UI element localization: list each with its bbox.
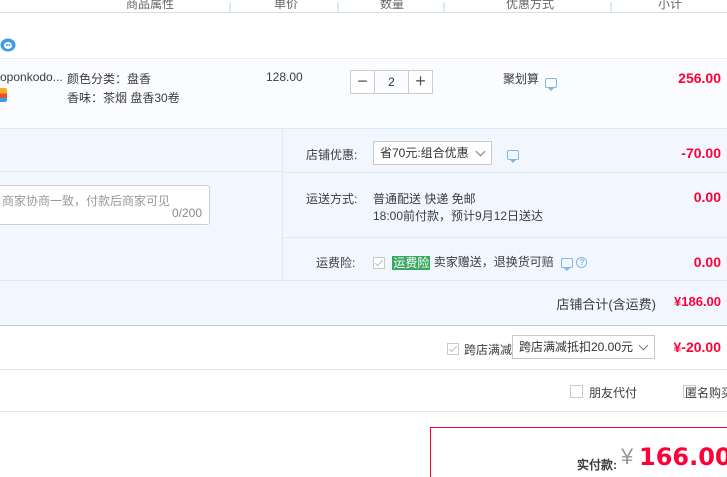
item-service-tag-icon [0, 88, 7, 102]
header-divider [229, 2, 231, 12]
quantity-minus-button[interactable]: − [350, 70, 375, 94]
cross-shop-discount-row: 跨店满减 跨店满减抵扣20.00元 ¥-20.00 [0, 326, 727, 370]
chevron-down-icon [638, 340, 649, 351]
item-promo: 聚划算 [503, 70, 558, 91]
order-options-panel: 商家协商一致，付款后商家可见 0/200 店铺优惠: 省70元:组合优惠 -70… [0, 128, 727, 281]
message-placeholder: 商家协商一致，付款后商家可见 [2, 194, 171, 208]
cross-shop-amount: ¥-20.00 [673, 339, 721, 355]
options-left-top [0, 129, 282, 172]
shop-discount-label: 店铺优惠: [306, 148, 358, 162]
item-title-link[interactable]: oponkodo... [0, 70, 63, 84]
insurance-label: 运费险: [316, 256, 356, 270]
payment-summary-box: 实付款: ¥ 166.00 [430, 427, 727, 477]
header-price: 单价 [274, 0, 299, 11]
payment-label: 实付款: [577, 458, 617, 472]
quantity-plus-button[interactable]: + [408, 70, 433, 94]
item-scent-attr: 香味：茶烟 盘香30卷 [67, 91, 180, 105]
header-divider [337, 2, 339, 12]
cross-shop-select[interactable]: 跨店满减抵扣20.00元 [512, 335, 655, 359]
item-color-attr: 颜色分类：盘香 [67, 72, 152, 86]
payment-total: 166.00 [639, 443, 727, 471]
order-item-row: oponkodo... 颜色分类：盘香 香味：茶烟 盘香30卷 128.00 −… [0, 58, 727, 128]
cross-shop-selected: 跨店满减抵扣20.00元 [519, 340, 634, 354]
divider [283, 172, 727, 173]
buyer-message-input[interactable]: 商家协商一致，付款后商家可见 0/200 [0, 185, 210, 225]
discount-chat-icon[interactable] [507, 149, 519, 163]
shop-total-label: 店铺合计(含运费) [556, 297, 656, 312]
header-promo: 优惠方式 [506, 0, 555, 11]
insurance-desc: 卖家赠送，退换货可赔 [433, 255, 554, 269]
shop-discount-select[interactable]: 省70元:组合优惠 [373, 141, 492, 165]
extra-options-row: 朋友代付 匿名购买 [0, 370, 727, 412]
header-attr: 商品属性 [126, 0, 175, 11]
header-qty: 数量 [380, 0, 405, 11]
message-char-counter: 0/200 [171, 206, 202, 220]
help-icon[interactable]: ? [576, 257, 588, 269]
header-divider [610, 2, 612, 12]
insurance-checkbox[interactable] [373, 256, 385, 269]
anonymous-label[interactable]: 匿名购买 [685, 384, 727, 401]
options-right: 店铺优惠: 省70元:组合优惠 -70.00 运送方式: 普通配送 快递 免邮 … [282, 129, 727, 281]
cross-shop-label: 跨店满减 [464, 343, 513, 357]
promo-chat-icon[interactable] [545, 77, 558, 91]
shop-total-value: ¥186.00 [674, 294, 721, 309]
shop-discount-selected: 省70元:组合优惠 [380, 146, 469, 160]
shipping-eta: 18:00前付款，预计9月12日送达 [373, 209, 544, 223]
cross-shop-checkbox[interactable] [447, 342, 459, 355]
shop-discount-amount: -70.00 [681, 145, 721, 161]
divider [283, 237, 727, 238]
friend-pay-checkbox[interactable] [570, 385, 583, 399]
item-unit-price: 128.00 [266, 70, 303, 84]
header-divider [443, 2, 445, 12]
quantity-stepper: − 2 + [350, 70, 433, 94]
quantity-input[interactable]: 2 [375, 70, 408, 94]
insurance-tag: 运费险 [392, 255, 431, 270]
shop-total-row: 店铺合计(含运费) ¥186.00 [0, 280, 727, 326]
payment-currency: ¥ [621, 444, 634, 469]
insurance-chat-icon[interactable] [561, 257, 574, 271]
insurance-amount: 0.00 [693, 254, 721, 270]
chevron-down-icon [475, 146, 486, 157]
shipping-method: 普通配送 快递 免邮 [373, 192, 476, 206]
item-promo-label: 聚划算 [503, 72, 540, 86]
shipping-label: 运送方式: [306, 192, 358, 206]
friend-pay-label[interactable]: 朋友代付 [589, 384, 637, 401]
order-table-header: 商品属性 单价 数量 优惠方式 小计 [0, 0, 727, 13]
wangwang-chat-icon[interactable] [0, 38, 16, 52]
insurance-info: 运费险 卖家赠送，退换货可赔 ? [373, 253, 588, 271]
shipping-amount: 0.00 [693, 189, 721, 205]
item-subtotal: 256.00 [678, 70, 721, 86]
header-subtotal: 小计 [658, 0, 683, 11]
